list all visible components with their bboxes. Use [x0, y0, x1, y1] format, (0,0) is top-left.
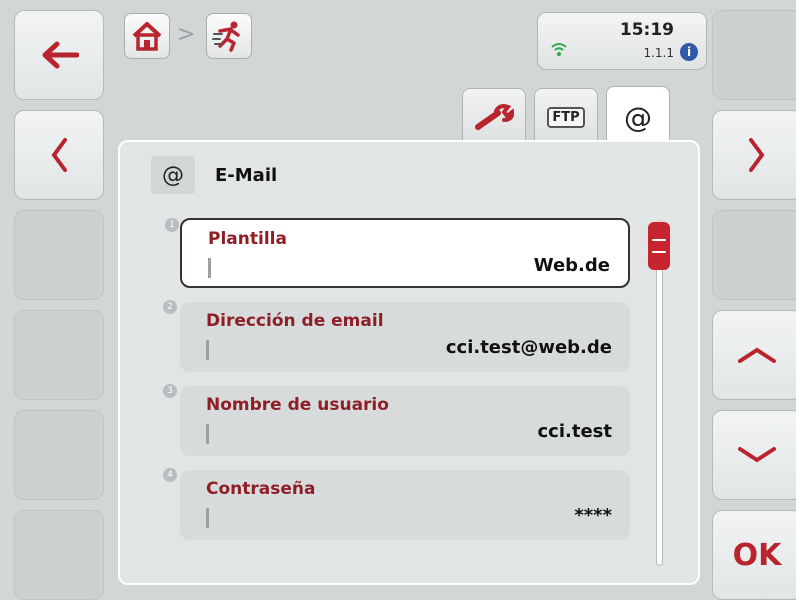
chevron-left-icon	[51, 138, 67, 172]
status-box: 15:19 1.1.1 i	[537, 12, 707, 70]
scroll-down-button[interactable]	[712, 410, 796, 500]
tab-email[interactable]: @	[606, 86, 670, 148]
text-cursor	[206, 508, 209, 528]
page-title: E-Mail	[215, 164, 278, 186]
field-value: cci.test	[537, 421, 612, 442]
info-icon: i	[680, 43, 698, 61]
softkey-left-6	[14, 510, 104, 600]
field-value: cci.test@web.de	[445, 337, 612, 358]
field-value: ****	[574, 505, 612, 526]
breadcrumb-app[interactable]	[206, 13, 252, 59]
ok-label: OK	[732, 537, 782, 573]
version-label: 1.1.1	[643, 46, 674, 60]
next-tab-button[interactable]	[712, 110, 796, 200]
text-cursor	[206, 340, 209, 360]
field-index: 1	[165, 218, 179, 232]
tab-email-label: @	[624, 100, 652, 134]
softkey-right-1	[712, 10, 796, 100]
field-username[interactable]: 3 Nombre de usuario cci.test	[163, 384, 630, 456]
text-cursor	[206, 424, 209, 444]
breadcrumb-separator: >	[177, 22, 196, 47]
chevron-right-icon	[749, 138, 765, 172]
text-cursor	[208, 258, 211, 278]
field-email-address[interactable]: 2 Dirección de email cci.test@web.de	[163, 300, 630, 372]
wifi-icon	[551, 43, 567, 56]
tab-ftp[interactable]: FTP	[534, 88, 598, 146]
ok-button[interactable]: OK	[712, 510, 796, 600]
arrow-left-icon	[42, 41, 79, 69]
breadcrumb-home[interactable]	[124, 13, 170, 59]
chevron-down-icon	[738, 447, 776, 463]
field-password[interactable]: 4 Contraseña ****	[163, 468, 630, 540]
email-panel: @ E-Mail 1 Plantilla Web.de 2 Dirección …	[118, 140, 700, 585]
tab-ftp-label: FTP	[547, 106, 585, 128]
clock-time: 15:19	[619, 20, 674, 40]
panel-header: @ E-Mail	[151, 155, 277, 195]
field-template[interactable]: 1 Plantilla Web.de	[165, 218, 630, 288]
softkey-right-3	[712, 210, 796, 300]
field-index: 4	[163, 468, 177, 482]
field-index: 2	[163, 300, 177, 314]
at-icon: @	[151, 156, 195, 194]
softkey-left-5	[14, 410, 104, 500]
wrench-icon	[475, 104, 514, 130]
field-index: 3	[163, 384, 177, 398]
field-label: Dirección de email	[206, 311, 384, 331]
field-label: Plantilla	[208, 229, 287, 249]
scrollbar-thumb[interactable]	[648, 222, 670, 270]
field-label: Nombre de usuario	[206, 395, 389, 415]
scroll-up-button[interactable]	[712, 310, 796, 400]
back-button[interactable]	[14, 10, 104, 100]
field-value: Web.de	[533, 255, 610, 276]
field-label: Contraseña	[206, 479, 316, 499]
home-icon	[132, 22, 162, 51]
chevron-up-icon	[738, 347, 776, 363]
tab-settings[interactable]	[462, 88, 526, 146]
scrollbar-track[interactable]	[656, 220, 663, 566]
softkey-left-4	[14, 310, 104, 400]
running-person-icon	[212, 21, 240, 52]
softkey-left-3	[14, 210, 104, 300]
previous-tab-button[interactable]	[14, 110, 104, 200]
